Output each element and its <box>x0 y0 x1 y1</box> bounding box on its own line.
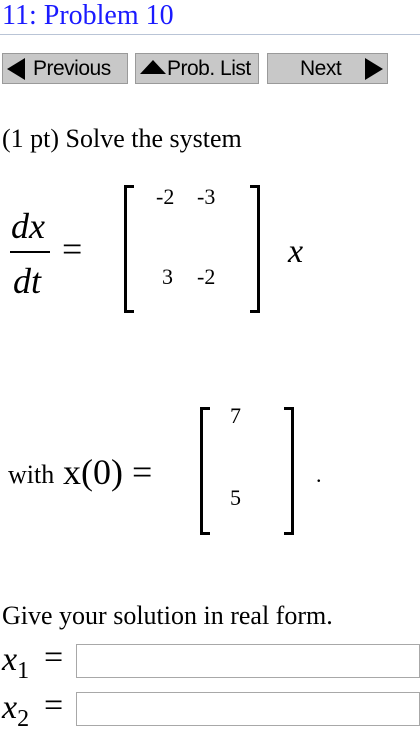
x2-equals: = <box>44 687 64 724</box>
with-label: with <box>8 460 55 489</box>
matrix-r1c1: -2 <box>156 184 175 209</box>
next-button[interactable]: Next <box>267 53 388 84</box>
matrix-right-bracket <box>250 185 260 313</box>
fraction-bar <box>10 251 50 253</box>
fraction-numerator: dx <box>11 206 45 246</box>
triangle-left-icon <box>7 57 25 80</box>
rhs-variable-x: x <box>288 233 304 270</box>
initial-condition-lhs: x(0) = <box>63 452 153 492</box>
prob-list-button-label: Prob. List <box>167 56 251 80</box>
equals-sign: = <box>62 229 83 269</box>
prob-list-button[interactable]: Prob. List <box>135 53 259 84</box>
fraction-denominator: dt <box>13 261 42 301</box>
x2-answer-input[interactable] <box>76 692 420 726</box>
triangle-right-icon <box>365 58 383 80</box>
vector-left-bracket <box>200 407 210 535</box>
page-title: 11: Problem 10 <box>2 0 174 31</box>
previous-button-label: Previous <box>33 56 111 80</box>
instruction-text: Give your solution in real form. <box>2 601 333 630</box>
x2-subscript: 2 <box>17 706 30 732</box>
triangle-up-icon <box>140 59 166 74</box>
matrix-left-bracket <box>124 185 134 313</box>
previous-button[interactable]: Previous <box>2 53 128 84</box>
problem-prompt: (1 pt) Solve the system <box>2 124 242 153</box>
x1-label: x1 <box>2 641 29 685</box>
vector-v2: 5 <box>230 485 241 510</box>
matrix-r2c2: -2 <box>197 264 216 289</box>
x1-variable: x <box>2 641 18 678</box>
vector-v1: 7 <box>230 403 241 428</box>
x1-answer-input[interactable] <box>76 644 420 678</box>
x2-variable: x <box>2 689 18 726</box>
x1-subscript: 1 <box>17 658 30 684</box>
x2-label: x2 <box>2 689 29 733</box>
vector-right-bracket <box>284 407 294 535</box>
next-button-label: Next <box>300 56 342 80</box>
matrix-r1c2: -3 <box>197 184 216 209</box>
x1-equals: = <box>44 639 64 676</box>
matrix-r2c1: 3 <box>162 264 173 289</box>
sentence-period: . <box>316 462 322 487</box>
title-divider <box>0 34 420 35</box>
